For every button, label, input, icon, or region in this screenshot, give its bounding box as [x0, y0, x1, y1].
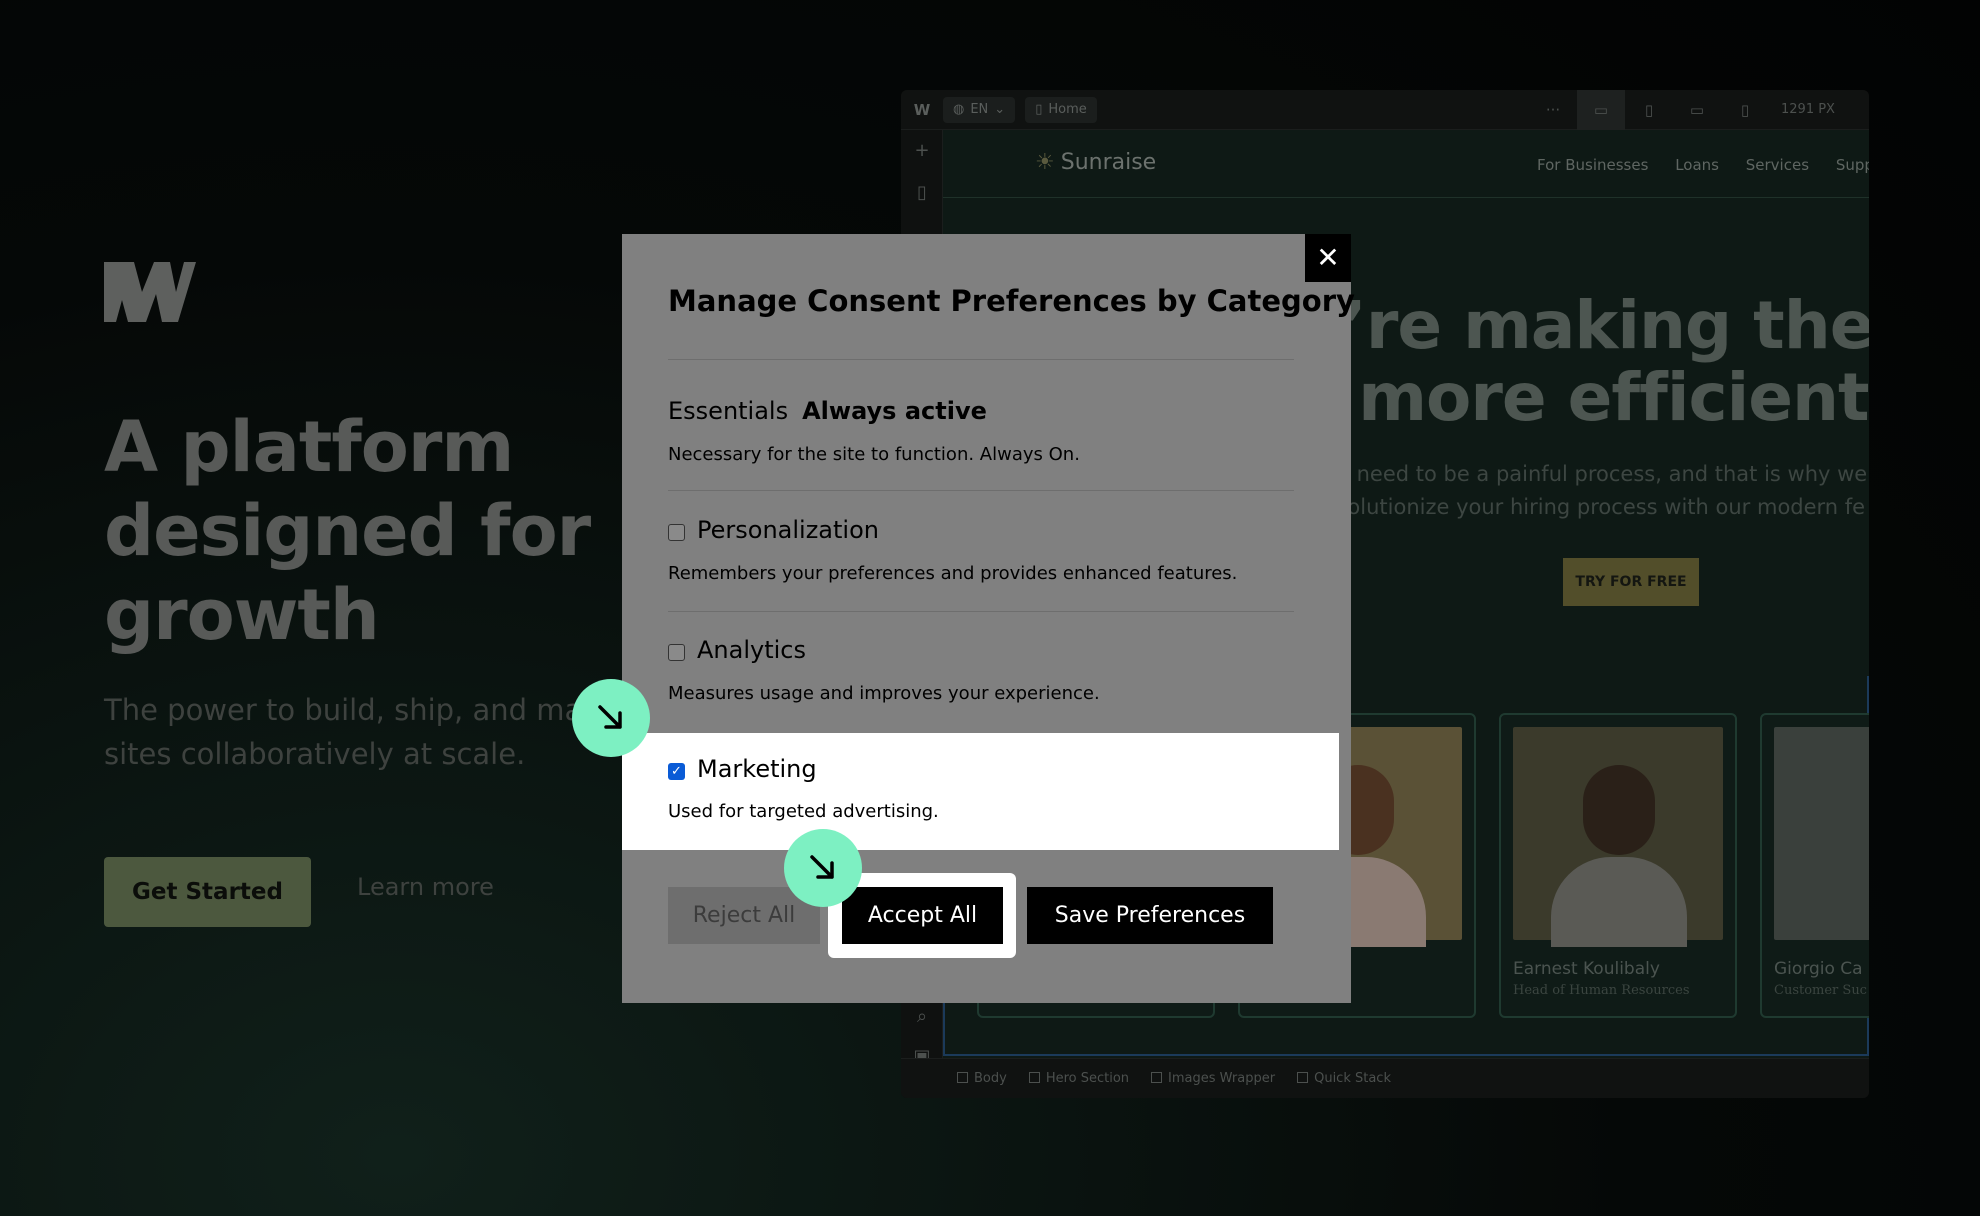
pages-icon[interactable]: ▯	[901, 182, 943, 203]
site-brand-label: Sunraise	[1060, 150, 1157, 175]
arrow-down-right-icon	[810, 855, 834, 879]
marketing-checkbox[interactable]: ✓	[668, 763, 685, 780]
close-button[interactable]: ✕	[1305, 234, 1351, 282]
more-options-icon[interactable]: ···	[1529, 101, 1577, 119]
element-icon	[1028, 1072, 1040, 1083]
breadcrumb-label: Hero Section	[1045, 1071, 1130, 1086]
locale-selector[interactable]: ◍ EN ⌄	[943, 96, 1016, 123]
site-nav-link[interactable]: Services	[1746, 156, 1809, 174]
team-role: Customer Suc	[1774, 983, 1867, 998]
mobile-portrait-breakpoint-icon[interactable]: ▯	[1721, 101, 1769, 119]
site-navbar: ☀ Sunraise For Businesses Loans Services …	[943, 130, 1869, 198]
site-nav-link[interactable]: Loans	[1675, 156, 1719, 174]
try-for-free-button[interactable]: TRY FOR FREE	[1563, 558, 1699, 606]
breadcrumb-label: Quick Stack	[1314, 1071, 1391, 1086]
team-card[interactable]: Giorgio Ca Customer Suc	[1760, 713, 1869, 1018]
personalization-label[interactable]: Personalization	[697, 516, 879, 544]
page-icon: ▯	[1035, 102, 1043, 117]
hero-subtitle: The power to build, ship, and ma sites c…	[104, 688, 624, 776]
analytics-checkbox[interactable]	[668, 644, 685, 661]
site-brand: ☀ Sunraise	[1035, 150, 1156, 175]
breadcrumb-item[interactable]: Quick Stack	[1297, 1071, 1391, 1086]
get-started-button[interactable]: Get Started	[104, 857, 311, 927]
search-icon[interactable]: ⌕	[901, 1006, 943, 1027]
personalization-checkbox[interactable]	[668, 524, 685, 541]
site-paragraph-line: ’t need to be a painful process, and tha…	[1335, 462, 1868, 486]
breadcrumb: Body Hero Section Images Wrapper Quick S…	[901, 1058, 1869, 1098]
breadcrumb-label: Body	[974, 1071, 1007, 1086]
divider	[668, 611, 1294, 612]
hero-subtitle-line: The power to build, ship, and ma	[104, 693, 583, 727]
site-headline: e’re making the hi s more efficient th	[1298, 290, 1869, 434]
breadcrumb-item[interactable]: Hero Section	[1028, 1071, 1130, 1086]
cursor-pointer-icon	[784, 829, 862, 907]
save-preferences-button[interactable]: Save Preferences	[1027, 887, 1273, 944]
hero-title-line: designed for	[104, 490, 591, 572]
essentials-status: Always active	[802, 397, 987, 425]
site-headline-line: s more efficient th	[1298, 359, 1869, 436]
element-icon	[1151, 1072, 1163, 1083]
breadcrumb-item[interactable]: Body	[957, 1071, 1007, 1086]
personalization-description: Remembers your preferences and provides …	[668, 563, 1238, 584]
team-name: Earnest Koulibaly	[1513, 959, 1660, 979]
sun-icon: ☀	[1035, 150, 1055, 175]
site-nav-link[interactable]: For Businesses	[1537, 156, 1648, 174]
site-paragraph: ’t need to be a painful process, and tha…	[1335, 458, 1867, 524]
accept-all-button[interactable]: Accept All	[842, 887, 1003, 944]
site-headline-line: e’re making the hi	[1298, 287, 1869, 364]
site-paragraph-line: volutionize your hiring process with our…	[1335, 495, 1866, 519]
analytics-description: Measures usage and improves your experie…	[668, 683, 1100, 704]
analytics-label[interactable]: Analytics	[697, 636, 806, 664]
marketing-description: Used for targeted advertising.	[668, 801, 939, 822]
arrow-down-right-icon	[598, 705, 622, 729]
site-nav-links: For Businesses Loans Services Supp	[1537, 156, 1869, 174]
cursor-pointer-icon	[572, 679, 650, 757]
divider	[668, 490, 1294, 491]
team-photo	[1774, 727, 1869, 940]
page-selector[interactable]: ▯ Home	[1025, 96, 1097, 123]
element-icon	[957, 1072, 968, 1083]
breadcrumb-item[interactable]: Images Wrapper	[1151, 1071, 1275, 1086]
marketing-row: ✓ Marketing Used for targeted advertisin…	[622, 733, 1339, 850]
team-role: Head of Human Resources	[1513, 983, 1690, 998]
chevron-down-icon: ⌄	[994, 102, 1006, 117]
team-photo	[1513, 727, 1723, 947]
webflow-logo-icon	[104, 262, 196, 322]
desktop-breakpoint-icon[interactable]: ▭	[1577, 90, 1625, 130]
canvas-width-readout: 1291 PX	[1781, 102, 1835, 117]
essentials-description: Necessary for the site to function. Alwa…	[668, 444, 1080, 465]
site-nav-link[interactable]: Supp	[1836, 156, 1869, 174]
modal-title: Manage Consent Preferences by Category	[668, 284, 1355, 318]
team-card[interactable]: Earnest Koulibaly Head of Human Resource…	[1499, 713, 1737, 1018]
hero-title-line: growth	[104, 574, 380, 656]
locale-label: EN	[970, 102, 989, 117]
essentials-label: Essentials	[668, 397, 789, 425]
hero-subtitle-line: sites collaboratively at scale.	[104, 737, 526, 771]
essentials-title: Essentials Always active	[668, 397, 987, 425]
element-icon	[1297, 1072, 1309, 1083]
hero-title-line: A platform	[104, 406, 514, 488]
learn-more-link[interactable]: Learn more	[357, 873, 494, 901]
mobile-landscape-breakpoint-icon[interactable]: ▭	[1673, 101, 1721, 119]
team-name: Giorgio Ca	[1774, 959, 1863, 979]
consent-modal: ✕ Manage Consent Preferences by Category…	[622, 234, 1355, 1003]
page-label: Home	[1048, 102, 1087, 117]
designer-topbar: W ◍ EN ⌄ ▯ Home ··· ▭ ▯ ▭ ▯ 1291 PX	[901, 90, 1869, 130]
divider	[668, 359, 1294, 360]
tablet-breakpoint-icon[interactable]: ▯	[1625, 101, 1673, 119]
breadcrumb-label: Images Wrapper	[1168, 1071, 1276, 1086]
globe-icon: ◍	[953, 102, 965, 117]
designer-logo-icon[interactable]: W	[901, 101, 943, 119]
add-element-icon[interactable]: +	[901, 140, 943, 161]
marketing-label[interactable]: Marketing	[697, 755, 817, 783]
hero-title: A platform designed for growth	[104, 405, 624, 657]
